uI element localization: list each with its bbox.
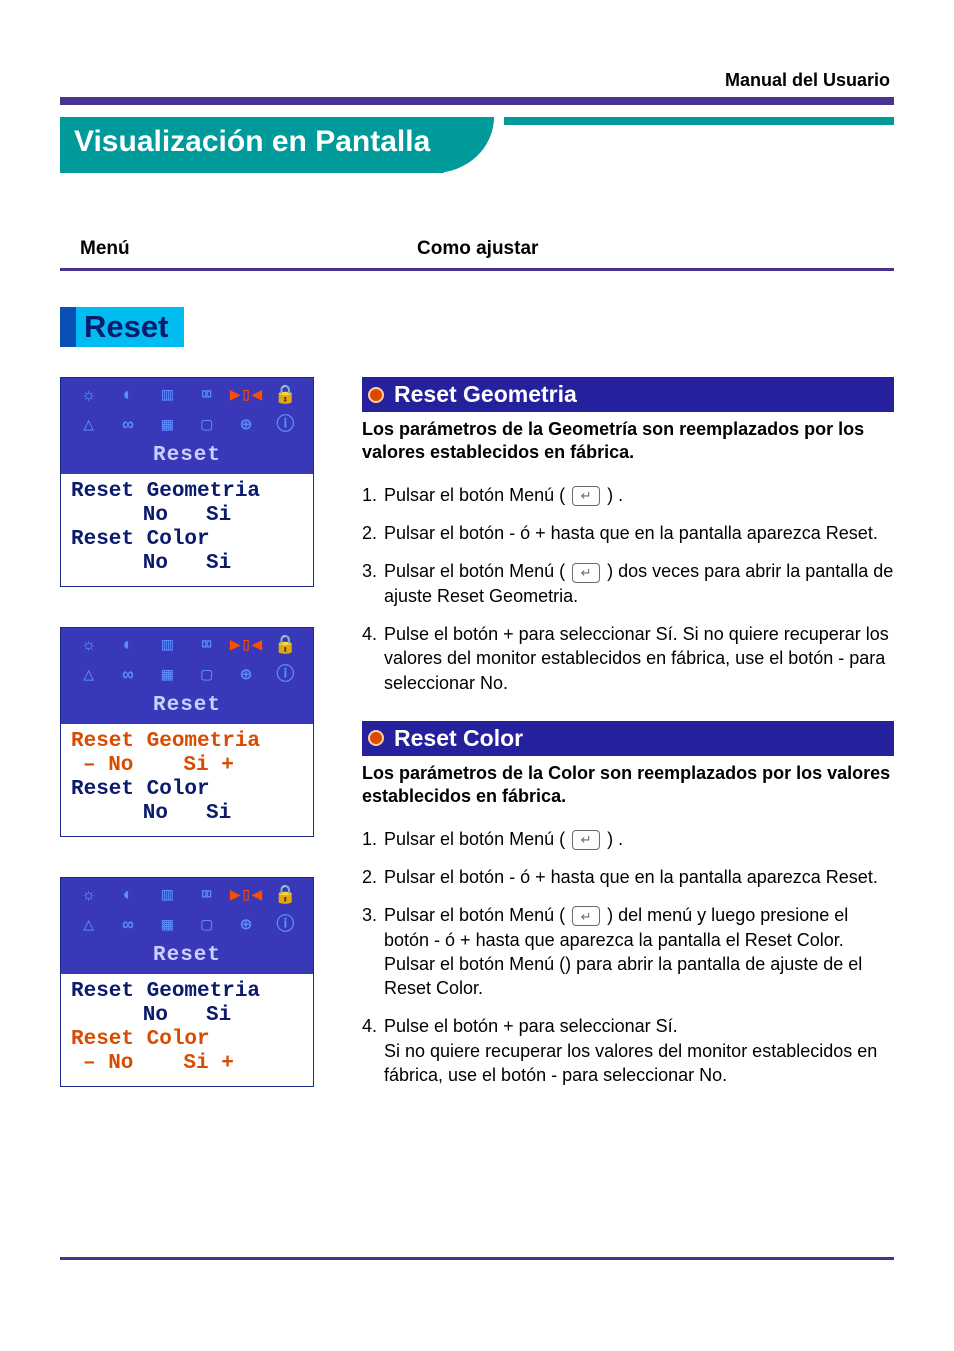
brightness-icon: ☼ (69, 384, 108, 408)
window-icon: ▢ (187, 914, 226, 938)
window-icon: ▢ (187, 414, 226, 438)
osd-panel-1: ☼ ◐ ▥ ⌧ ▶▯◀ 🔒 △ ∞ ▦ ▢ ⊕ ⓘ Reset Reset Ge… (60, 377, 314, 587)
steps-color: 1. Pulsar el botón Menú ( ↵ ) . 2.Pulsar… (362, 827, 894, 1088)
osd-title: Reset (61, 442, 313, 474)
col-menu: Menú (60, 238, 417, 260)
footer-rule (60, 1257, 894, 1260)
manual-label: Manual del Usuario (60, 70, 894, 91)
osd-icon-row: ☼ ◐ ▥ ⌧ ▶▯◀ 🔒 △ ∞ ▦ ▢ ⊕ ⓘ (61, 628, 313, 692)
geometry-icon: ▥ (148, 384, 187, 408)
step: 4. Pulse el botón + para seleccionar Sí.… (362, 1014, 894, 1087)
window-icon: ▢ (187, 664, 226, 688)
osd-panel-2: ☼ ◐ ▥ ⌧ ▶▯◀ 🔒 △ ∞ ▦ ▢ ⊕ ⓘ Reset Reset Ge… (60, 627, 314, 837)
steps-geom: 1. Pulsar el botón Menú ( ↵ ) . 2.Pulsar… (362, 483, 894, 695)
enter-icon: ↵ (572, 906, 600, 926)
osd-opt-no: No (143, 504, 168, 528)
position-icon: ⌧ (187, 634, 226, 658)
osd-opt-no: No (143, 552, 168, 576)
info-icon: ⓘ (266, 664, 305, 688)
step: 2.Pulsar el botón - ó + hasta que en la … (362, 521, 894, 545)
osd-opt-si: Si (206, 504, 231, 528)
osd-opt-si: Si (206, 802, 231, 826)
contrast-icon: ◐ (108, 884, 147, 908)
loop-icon: ∞ (108, 414, 147, 438)
osd-item-color: Reset Color (71, 528, 303, 552)
reset-icon: ▶▯◀ (226, 634, 265, 658)
geometry-icon: ▥ (148, 884, 187, 908)
plus-icon: ⊕ (226, 414, 265, 438)
osd-opt-si-plus: Si + (183, 754, 233, 778)
block-title-color: Reset Color (394, 725, 523, 752)
page-title-banner: Visualización en Pantalla (60, 117, 894, 173)
position-icon: ⌧ (187, 884, 226, 908)
osd-panel-3: ☼ ◐ ▥ ⌧ ▶▯◀ 🔒 △ ∞ ▦ ▢ ⊕ ⓘ Reset Reset Ge… (60, 877, 314, 1087)
grid-icon: ▦ (148, 414, 187, 438)
osd-opt-no: No (143, 1004, 168, 1028)
loop-icon: ∞ (108, 914, 147, 938)
osd-opt-no: No (143, 802, 168, 826)
warning-icon: △ (69, 414, 108, 438)
plus-icon: ⊕ (226, 914, 265, 938)
section-chip-label: Reset (76, 307, 184, 347)
block-header-color: Reset Color (362, 721, 894, 756)
osd-icon-row: ☼ ◐ ▥ ⌧ ▶▯◀ 🔒 △ ∞ ▦ ▢ ⊕ ⓘ (61, 878, 313, 942)
reset-icon: ▶▯◀ (226, 884, 265, 908)
osd-opt-si: Si (206, 1004, 231, 1028)
warning-icon: △ (69, 914, 108, 938)
info-icon: ⓘ (266, 914, 305, 938)
plus-icon: ⊕ (226, 664, 265, 688)
step: 1. Pulsar el botón Menú ( ↵ ) . (362, 827, 894, 851)
brightness-icon: ☼ (69, 634, 108, 658)
osd-item-color: Reset Color (71, 778, 303, 802)
osd-title: Reset (61, 692, 313, 724)
osd-opt-minus-no: – No (83, 754, 133, 778)
block-sub-color: Los parámetros de la Color son reemplaza… (362, 762, 894, 809)
osd-opt-minus-no: – No (83, 1052, 133, 1076)
step: 3. Pulsar el botón Menú ( ↵ ) dos veces … (362, 559, 894, 608)
step: 3. Pulsar el botón Menú ( ↵ ) del menú y… (362, 903, 894, 1000)
columns-rule (60, 268, 894, 271)
osd-opt-si: Si (206, 552, 231, 576)
block-sub-geom: Los parámetros de la Geometría son reemp… (362, 418, 894, 465)
osd-icon-row: ☼ ◐ ▥ ⌧ ▶▯◀ 🔒 △ ∞ ▦ ▢ ⊕ ⓘ (61, 378, 313, 442)
osd-item-color-active: Reset Color (71, 1028, 303, 1052)
osd-item-geom: Reset Geometria (71, 980, 303, 1004)
bullet-icon (368, 730, 384, 746)
block-header-geom: Reset Geometria (362, 377, 894, 412)
header-rule (60, 97, 894, 105)
column-headers: Menú Como ajustar (60, 238, 894, 260)
lock-icon: 🔒 (266, 884, 305, 908)
block-title-geom: Reset Geometria (394, 381, 577, 408)
step: 1. Pulsar el botón Menú ( ↵ ) . (362, 483, 894, 507)
lock-icon: 🔒 (266, 634, 305, 658)
step: 4.Pulse el botón + para seleccionar Sí. … (362, 622, 894, 695)
section-chip-reset: Reset (60, 307, 184, 347)
info-icon: ⓘ (266, 414, 305, 438)
osd-item-geom-active: Reset Geometria (71, 730, 303, 754)
step: 2.Pulsar el botón - ó + hasta que en la … (362, 865, 894, 889)
osd-item-geom: Reset Geometria (71, 480, 303, 504)
grid-icon: ▦ (148, 914, 187, 938)
enter-icon: ↵ (572, 486, 600, 506)
warning-icon: △ (69, 664, 108, 688)
loop-icon: ∞ (108, 664, 147, 688)
enter-icon: ↵ (572, 563, 600, 583)
brightness-icon: ☼ (69, 884, 108, 908)
contrast-icon: ◐ (108, 634, 147, 658)
position-icon: ⌧ (187, 384, 226, 408)
grid-icon: ▦ (148, 664, 187, 688)
lock-icon: 🔒 (266, 384, 305, 408)
geometry-icon: ▥ (148, 634, 187, 658)
contrast-icon: ◐ (108, 384, 147, 408)
page-title: Visualización en Pantalla (74, 125, 430, 158)
bullet-icon (368, 387, 384, 403)
reset-icon: ▶▯◀ (226, 384, 265, 408)
col-how: Como ajustar (417, 238, 894, 260)
enter-icon: ↵ (572, 830, 600, 850)
osd-title: Reset (61, 942, 313, 974)
osd-opt-si-plus: Si + (183, 1052, 233, 1076)
